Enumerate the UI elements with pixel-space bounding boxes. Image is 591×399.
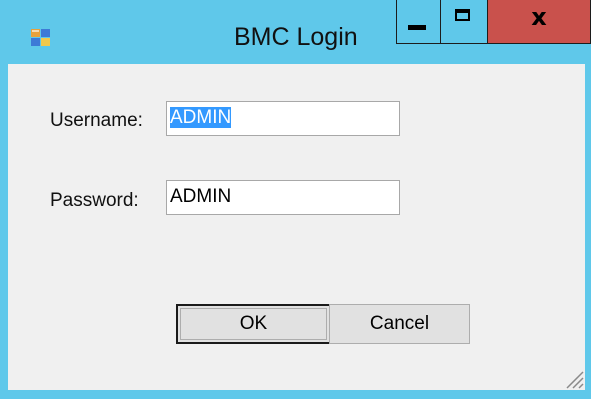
window-title: BMC Login (234, 23, 358, 51)
minimize-icon (408, 25, 426, 30)
minimize-button[interactable] (396, 0, 440, 44)
dialog-body: Username: ADMIN Password: ADMIN OK Cance… (8, 64, 585, 390)
ok-button[interactable]: OK (176, 304, 331, 344)
focus-rectangle (180, 308, 327, 340)
maximize-button[interactable] (440, 0, 488, 44)
username-value: ADMIN (170, 107, 232, 128)
password-field[interactable]: ADMIN (166, 180, 400, 215)
username-field[interactable]: ADMIN (166, 101, 400, 136)
cancel-button[interactable]: Cancel (329, 304, 470, 344)
title-bar[interactable]: BMC Login x (0, 0, 591, 64)
app-icon (31, 29, 50, 46)
close-icon: x (531, 3, 547, 31)
password-value: ADMIN (170, 186, 232, 207)
maximize-icon (455, 9, 470, 21)
password-label: Password: (50, 190, 139, 211)
username-label: Username: (50, 110, 143, 131)
close-button[interactable]: x (488, 0, 591, 44)
resize-grip-icon[interactable] (561, 366, 585, 390)
login-window: BMC Login x Username: ADMIN Password: AD… (0, 0, 591, 399)
cancel-button-label: Cancel (369, 313, 430, 334)
